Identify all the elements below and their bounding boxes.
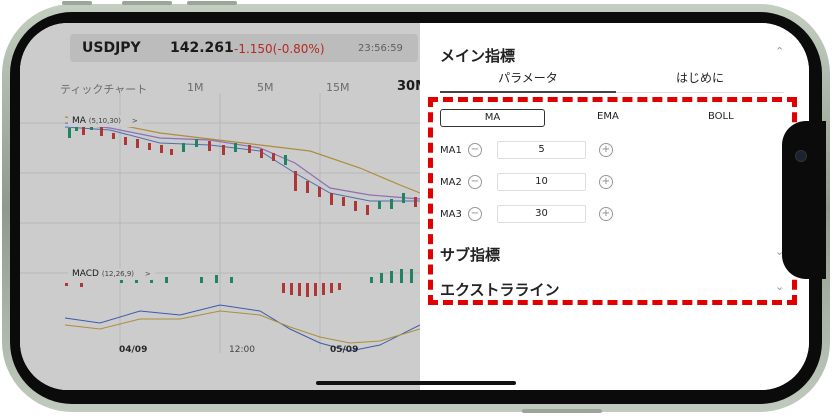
main-indicator-title[interactable]: メイン指標 <box>440 45 515 66</box>
tab-introduction[interactable]: はじめに <box>616 69 784 86</box>
camera-icon <box>795 150 807 162</box>
modal-backdrop[interactable] <box>20 23 420 390</box>
tab-divider <box>616 92 784 93</box>
ringer-button <box>62 1 92 5</box>
power-button <box>522 409 602 413</box>
chevron-up-icon[interactable]: ⌃ <box>775 45 784 58</box>
app-screen: USDJPY 142.261 -1.150(-0.80%) 23:56:59 テ… <box>20 23 809 390</box>
active-tab-underline <box>440 91 616 93</box>
camera-notch <box>782 121 826 279</box>
home-indicator[interactable] <box>316 381 516 385</box>
chart-area: USDJPY 142.261 -1.150(-0.80%) 23:56:59 テ… <box>20 23 428 390</box>
volume-up-button <box>122 1 172 5</box>
volume-down-button <box>187 1 237 5</box>
indicator-panel: メイン指標 ⌃ パラメータ はじめに MA EMA BOLL MA1 − 5 +… <box>420 23 809 390</box>
highlight-annotation-box <box>428 97 797 305</box>
tab-parameters[interactable]: パラメータ <box>440 69 616 86</box>
